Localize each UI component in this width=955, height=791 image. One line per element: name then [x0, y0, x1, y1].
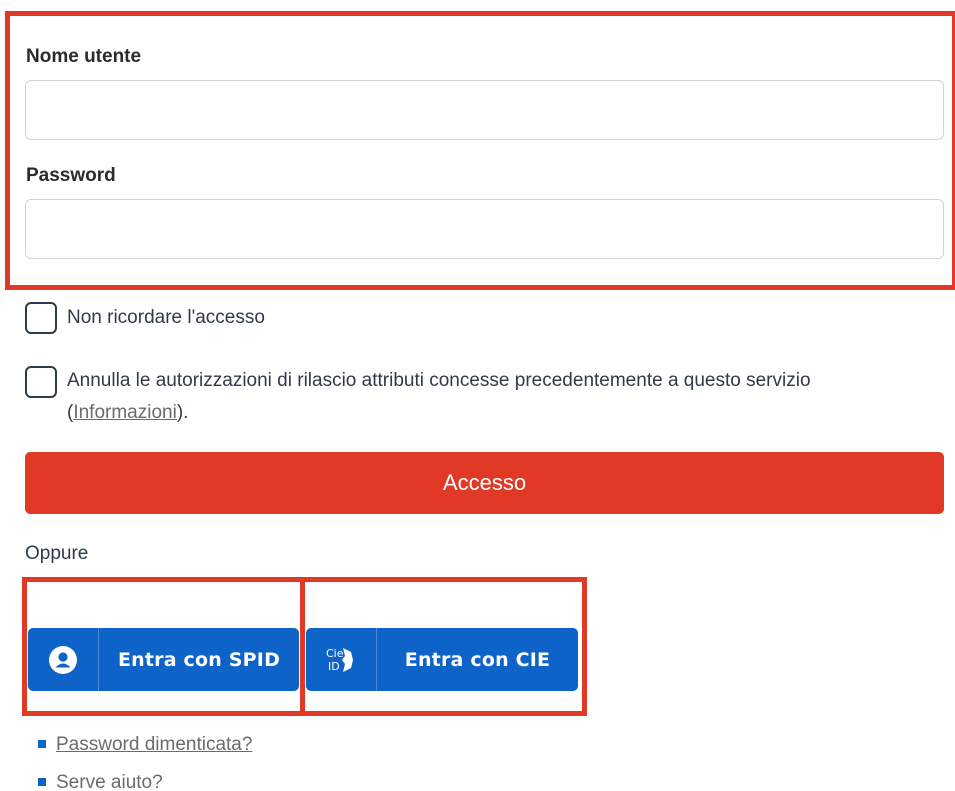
need-help-link[interactable]: Serve aiuto? [56, 772, 163, 791]
bullet-icon [38, 778, 46, 786]
list-item: Password dimenticata? [0, 727, 252, 765]
cie-icon-text-bottom: ID [328, 660, 340, 673]
spid-button-label: Entra con SPID [117, 648, 281, 671]
revoke-consent-label: Annulla le autorizzazioni di rilascio at… [67, 370, 811, 391]
cie-login-button[interactable]: Cie ID Entra con CIE [306, 628, 578, 691]
revoke-info-line: (Informazioni). [67, 398, 188, 428]
or-separator-text: Oppure [25, 543, 89, 564]
forgot-password-link[interactable]: Password dimenticata? [56, 734, 252, 755]
password-label: Password [26, 165, 116, 186]
username-label: Nome utente [26, 46, 142, 67]
cie-icon-text-top: Cie [326, 647, 344, 660]
login-button[interactable]: Accesso [25, 452, 944, 514]
close-paren: ). [176, 402, 189, 423]
no-remember-checkbox[interactable] [25, 302, 57, 334]
login-page: Nome utente Password Non ricordare l'acc… [0, 0, 955, 791]
informazioni-link[interactable]: Informazioni [73, 402, 177, 423]
spid-login-button[interactable]: Entra con SPID [28, 628, 299, 691]
help-links-list: Password dimenticata? Serve aiuto? [0, 727, 252, 791]
user-circle-icon [28, 628, 99, 691]
revoke-consent-checkbox[interactable] [25, 366, 57, 398]
cie-button-label: Entra con CIE [404, 648, 551, 671]
username-input[interactable] [25, 80, 944, 140]
no-remember-label: Non ricordare l'accesso [67, 307, 265, 328]
bullet-icon [38, 740, 46, 748]
cie-id-icon: Cie ID [306, 628, 377, 691]
list-item: Serve aiuto? [0, 765, 252, 791]
password-input[interactable] [25, 199, 944, 259]
